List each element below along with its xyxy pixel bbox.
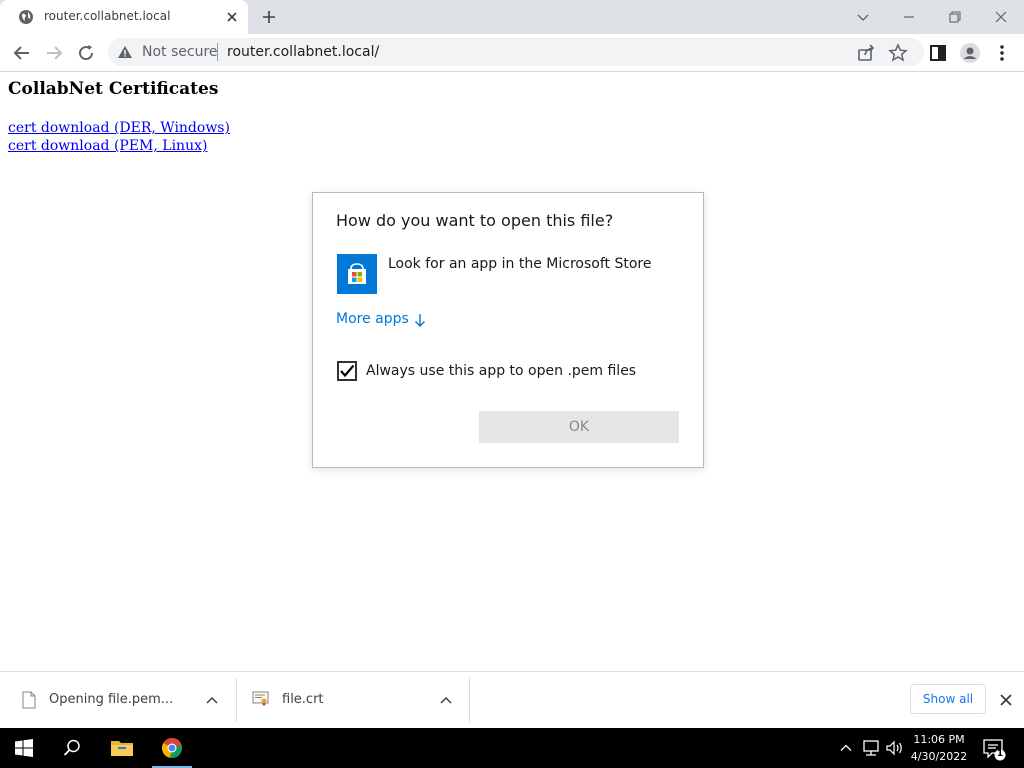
more-apps-link[interactable]: More apps xyxy=(336,311,409,327)
kebab-menu-icon[interactable] xyxy=(990,41,1014,65)
cert-download-pem-link[interactable]: cert download (PEM, Linux) xyxy=(8,138,207,154)
tab-close-icon[interactable] xyxy=(222,7,242,27)
arrow-down-icon[interactable] xyxy=(413,311,427,329)
profile-icon[interactable] xyxy=(958,41,982,65)
tab-title: router.collabnet.local xyxy=(44,9,171,23)
clock-time[interactable]: 11:06 PM xyxy=(905,733,973,746)
side-panel-icon[interactable] xyxy=(926,41,950,65)
file-icon xyxy=(22,691,36,709)
chevron-up-icon[interactable] xyxy=(438,692,454,708)
notification-count: 1 xyxy=(996,749,1004,759)
url-text[interactable]: router.collabnet.local/ xyxy=(227,44,379,60)
open-with-dialog: How do you want to open this file? Look … xyxy=(312,192,704,468)
chevron-down-icon[interactable] xyxy=(852,6,874,28)
security-status[interactable]: Not secure xyxy=(142,44,218,60)
download-item-name: Opening file.pem... xyxy=(49,692,174,707)
star-icon[interactable] xyxy=(886,41,910,65)
always-use-label[interactable]: Always use this app to open .pem files xyxy=(366,363,636,379)
chrome-icon[interactable] xyxy=(161,737,183,759)
store-option-label[interactable]: Look for an app in the Microsoft Store xyxy=(388,256,651,272)
page-title: CollabNet Certificates xyxy=(8,79,219,99)
microsoft-store-icon xyxy=(348,263,366,284)
share-icon[interactable] xyxy=(854,41,878,65)
close-icon[interactable] xyxy=(990,6,1012,28)
windows-start-icon[interactable] xyxy=(15,739,33,757)
download-item-name: file.crt xyxy=(282,692,324,707)
file-explorer-icon[interactable] xyxy=(110,738,134,758)
checkmark-icon xyxy=(340,364,355,378)
chevron-up-icon[interactable] xyxy=(204,692,220,708)
download-separator xyxy=(469,678,470,722)
search-icon[interactable] xyxy=(62,738,82,758)
dialog-title: How do you want to open this file? xyxy=(336,211,614,230)
reload-icon[interactable] xyxy=(74,41,98,65)
clock-date[interactable]: 4/30/2022 xyxy=(905,750,973,763)
globe-icon xyxy=(19,10,33,24)
chevron-up-icon[interactable] xyxy=(838,740,854,756)
omnibox-divider xyxy=(217,43,218,61)
download-item[interactable]: file.crt xyxy=(244,678,464,722)
plus-icon[interactable] xyxy=(258,6,280,28)
close-shelf-icon[interactable] xyxy=(998,692,1014,708)
minimize-icon[interactable] xyxy=(898,6,920,28)
store-app-tile[interactable] xyxy=(337,254,377,294)
download-separator xyxy=(236,678,237,722)
show-all-button[interactable]: Show all xyxy=(910,684,986,714)
cert-download-der-link[interactable]: cert download (DER, Windows) xyxy=(8,120,230,136)
network-icon[interactable] xyxy=(861,738,881,758)
download-item[interactable]: Opening file.pem... xyxy=(10,678,230,722)
certificate-icon xyxy=(252,691,269,706)
restore-icon[interactable] xyxy=(944,6,966,28)
ok-button[interactable]: OK xyxy=(479,411,679,443)
warning-icon[interactable] xyxy=(117,44,133,60)
always-use-checkbox[interactable] xyxy=(337,361,357,381)
volume-icon[interactable] xyxy=(884,738,904,758)
back-arrow-icon[interactable] xyxy=(10,41,34,65)
forward-arrow-icon[interactable] xyxy=(42,41,66,65)
